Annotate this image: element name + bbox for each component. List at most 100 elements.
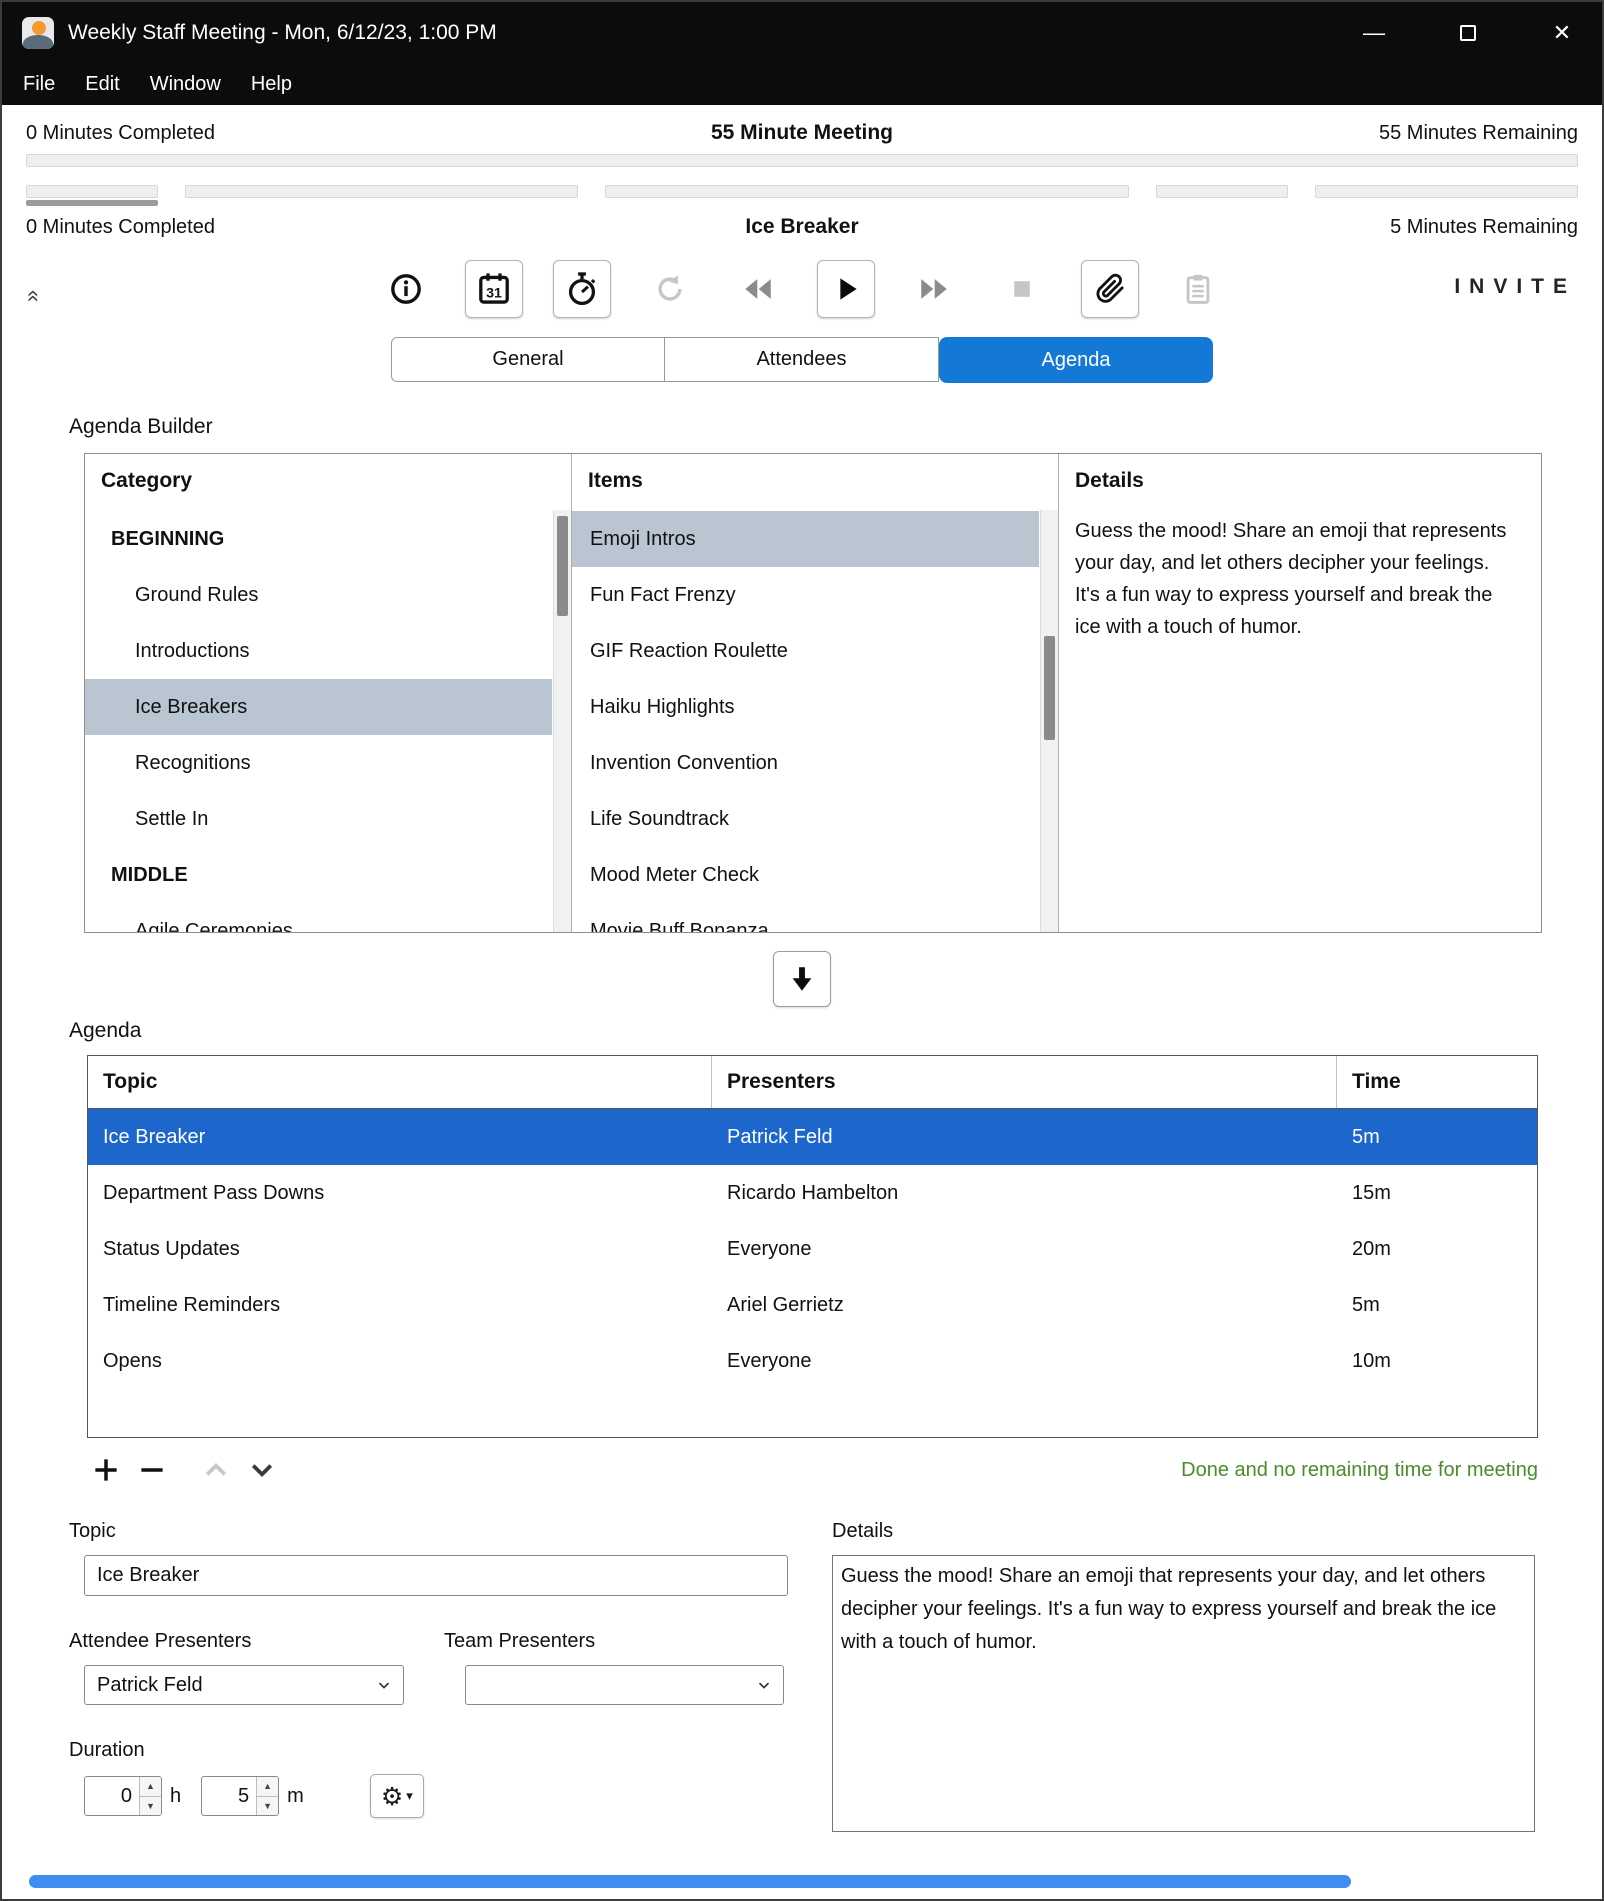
move-item-down-button[interactable] — [243, 1451, 281, 1489]
editor-right-column: Details Guess the mood! Share an emoji t… — [832, 1520, 1535, 1832]
builder-item[interactable]: Invention Convention — [572, 735, 1039, 791]
remove-agenda-item-button[interactable] — [133, 1451, 171, 1489]
category-group-label[interactable]: BEGINNING — [85, 511, 552, 567]
builder-item[interactable]: Haiku Highlights — [572, 679, 1039, 735]
category-item[interactable]: Introductions — [85, 623, 552, 679]
builder-item[interactable]: GIF Reaction Roulette — [572, 623, 1039, 679]
topic-input[interactable] — [84, 1555, 788, 1596]
rewind-button[interactable] — [729, 260, 787, 318]
details-textarea[interactable]: Guess the mood! Share an emoji that repr… — [832, 1555, 1535, 1832]
agenda-controls: Done and no remaining time for meeting — [87, 1450, 1538, 1490]
category-item[interactable]: Ground Rules — [85, 567, 552, 623]
duration-settings-button[interactable]: ⚙ ▾ — [370, 1774, 424, 1818]
chevron-down-icon — [375, 1676, 393, 1694]
reset-button[interactable] — [641, 260, 699, 318]
invite-button[interactable]: INVITE — [1454, 275, 1576, 299]
horizontal-scrollbar-thumb[interactable] — [29, 1875, 1351, 1888]
menu-edit[interactable]: Edit — [70, 63, 134, 105]
category-scrollbar[interactable] — [553, 510, 571, 932]
agenda-cell-time: 5m — [1337, 1126, 1537, 1149]
fast-forward-icon — [917, 272, 951, 306]
agenda-builder-panel: Category BEGINNINGGround RulesIntroducti… — [84, 453, 1542, 933]
team-presenters-label: Team Presenters — [444, 1630, 784, 1653]
calendar-icon: 31 — [476, 271, 512, 307]
calendar-day-number: 31 — [486, 285, 502, 301]
category-item[interactable]: Recognitions — [85, 735, 552, 791]
stop-icon — [1005, 272, 1039, 306]
attendee-presenters-select[interactable]: Patrick Feld — [84, 1665, 404, 1705]
column-header-time: Time — [1337, 1056, 1537, 1108]
agenda-cell-topic: Department Pass Downs — [88, 1182, 712, 1205]
info-button[interactable] — [377, 260, 435, 318]
attachment-button[interactable] — [1081, 260, 1139, 318]
builder-item[interactable]: Movie Buff Bonanza — [572, 903, 1039, 932]
agenda-builder-label: Agenda Builder — [69, 415, 1602, 439]
agenda-cell-topic: Timeline Reminders — [88, 1294, 712, 1317]
move-item-up-button[interactable] — [197, 1451, 235, 1489]
close-button[interactable]: ✕ — [1542, 13, 1582, 53]
chevron-down-icon — [247, 1455, 277, 1485]
minutes-decrement-button[interactable]: ▼ — [257, 1797, 278, 1816]
menu-help[interactable]: Help — [236, 63, 307, 105]
hours-decrement-button[interactable]: ▼ — [140, 1797, 161, 1816]
agenda-cell-topic: Opens — [88, 1350, 712, 1373]
attachment-icon — [1093, 272, 1127, 306]
item-progress-labels: 0 Minutes Completed Ice Breaker 5 Minute… — [2, 215, 1602, 239]
timer-button[interactable] — [553, 260, 611, 318]
duration-hours-value: 0 — [85, 1777, 139, 1815]
notes-button[interactable] — [1169, 260, 1227, 318]
fast-forward-button[interactable] — [905, 260, 963, 318]
duration-minutes-input[interactable]: 5 ▲ ▼ — [201, 1776, 279, 1816]
agenda-row[interactable]: OpensEveryone10m — [88, 1333, 1537, 1389]
maximize-button[interactable] — [1448, 13, 1488, 53]
presenters-row: Attendee Presenters Patrick Feld Team Pr… — [69, 1630, 832, 1705]
category-item[interactable]: Agile Ceremonies — [85, 903, 552, 932]
tab-attendees[interactable]: Attendees — [665, 337, 939, 382]
builder-item[interactable]: Emoji Intros — [572, 511, 1039, 567]
menu-file[interactable]: File — [8, 63, 70, 105]
items-list: Emoji IntrosFun Fact FrenzyGIF Reaction … — [572, 503, 1039, 932]
collapse-toolbar-chevron[interactable]: « — [23, 290, 45, 302]
minutes-increment-button[interactable]: ▲ — [257, 1777, 278, 1797]
builder-item[interactable]: Mood Meter Check — [572, 847, 1039, 903]
info-icon — [389, 272, 423, 306]
category-scrollbar-thumb[interactable] — [557, 516, 568, 616]
agenda-cell-presenters: Ariel Gerrietz — [712, 1294, 1337, 1317]
add-to-agenda-button[interactable] — [773, 951, 831, 1007]
category-item[interactable]: Ice Breakers — [85, 679, 552, 735]
item-completed-label: 0 Minutes Completed — [26, 216, 482, 239]
minimize-icon: — — [1363, 20, 1385, 46]
tab-agenda[interactable]: Agenda — [939, 337, 1213, 383]
agenda-cell-presenters: Patrick Feld — [712, 1126, 1337, 1149]
items-scrollbar-thumb[interactable] — [1044, 636, 1055, 740]
category-item[interactable]: Settle In — [85, 791, 552, 847]
duration-hours-input[interactable]: 0 ▲ ▼ — [84, 1776, 162, 1816]
builder-item[interactable]: Life Soundtrack — [572, 791, 1039, 847]
maximize-icon — [1460, 25, 1476, 41]
play-button[interactable] — [817, 260, 875, 318]
segmented-progress-bar — [26, 185, 1578, 198]
time-status-message: Done and no remaining time for meeting — [1181, 1459, 1538, 1482]
builder-item[interactable]: Fun Fact Frenzy — [572, 567, 1039, 623]
menu-window[interactable]: Window — [135, 63, 236, 105]
attendee-presenters-value: Patrick Feld — [97, 1674, 375, 1697]
agenda-row[interactable]: Department Pass DownsRicardo Hambelton15… — [88, 1165, 1537, 1221]
agenda-row[interactable]: Status UpdatesEveryone20m — [88, 1221, 1537, 1277]
tab-general[interactable]: General — [391, 337, 665, 382]
category-group-label[interactable]: MIDDLE — [85, 847, 552, 903]
progress-segment — [185, 185, 578, 198]
hours-increment-button[interactable]: ▲ — [140, 1777, 161, 1797]
minimize-button[interactable]: — — [1354, 13, 1394, 53]
add-to-agenda-row — [2, 951, 1602, 1007]
add-agenda-item-button[interactable] — [87, 1451, 125, 1489]
agenda-row[interactable]: Ice BreakerPatrick Feld5m — [88, 1109, 1537, 1165]
items-scrollbar[interactable] — [1040, 510, 1058, 932]
app-window: Weekly Staff Meeting - Mon, 6/12/23, 1:0… — [0, 0, 1604, 1901]
agenda-row[interactable]: Timeline RemindersAriel Gerrietz5m — [88, 1277, 1537, 1333]
calendar-button[interactable]: 31 — [465, 260, 523, 318]
team-presenters-select[interactable] — [465, 1665, 784, 1705]
tab-bar: General Attendees Agenda — [2, 337, 1602, 383]
stop-button[interactable] — [993, 260, 1051, 318]
menubar: File Edit Window Help — [2, 63, 1602, 105]
agenda-item-editor: Topic Attendee Presenters Patrick Feld T… — [69, 1520, 1535, 1832]
